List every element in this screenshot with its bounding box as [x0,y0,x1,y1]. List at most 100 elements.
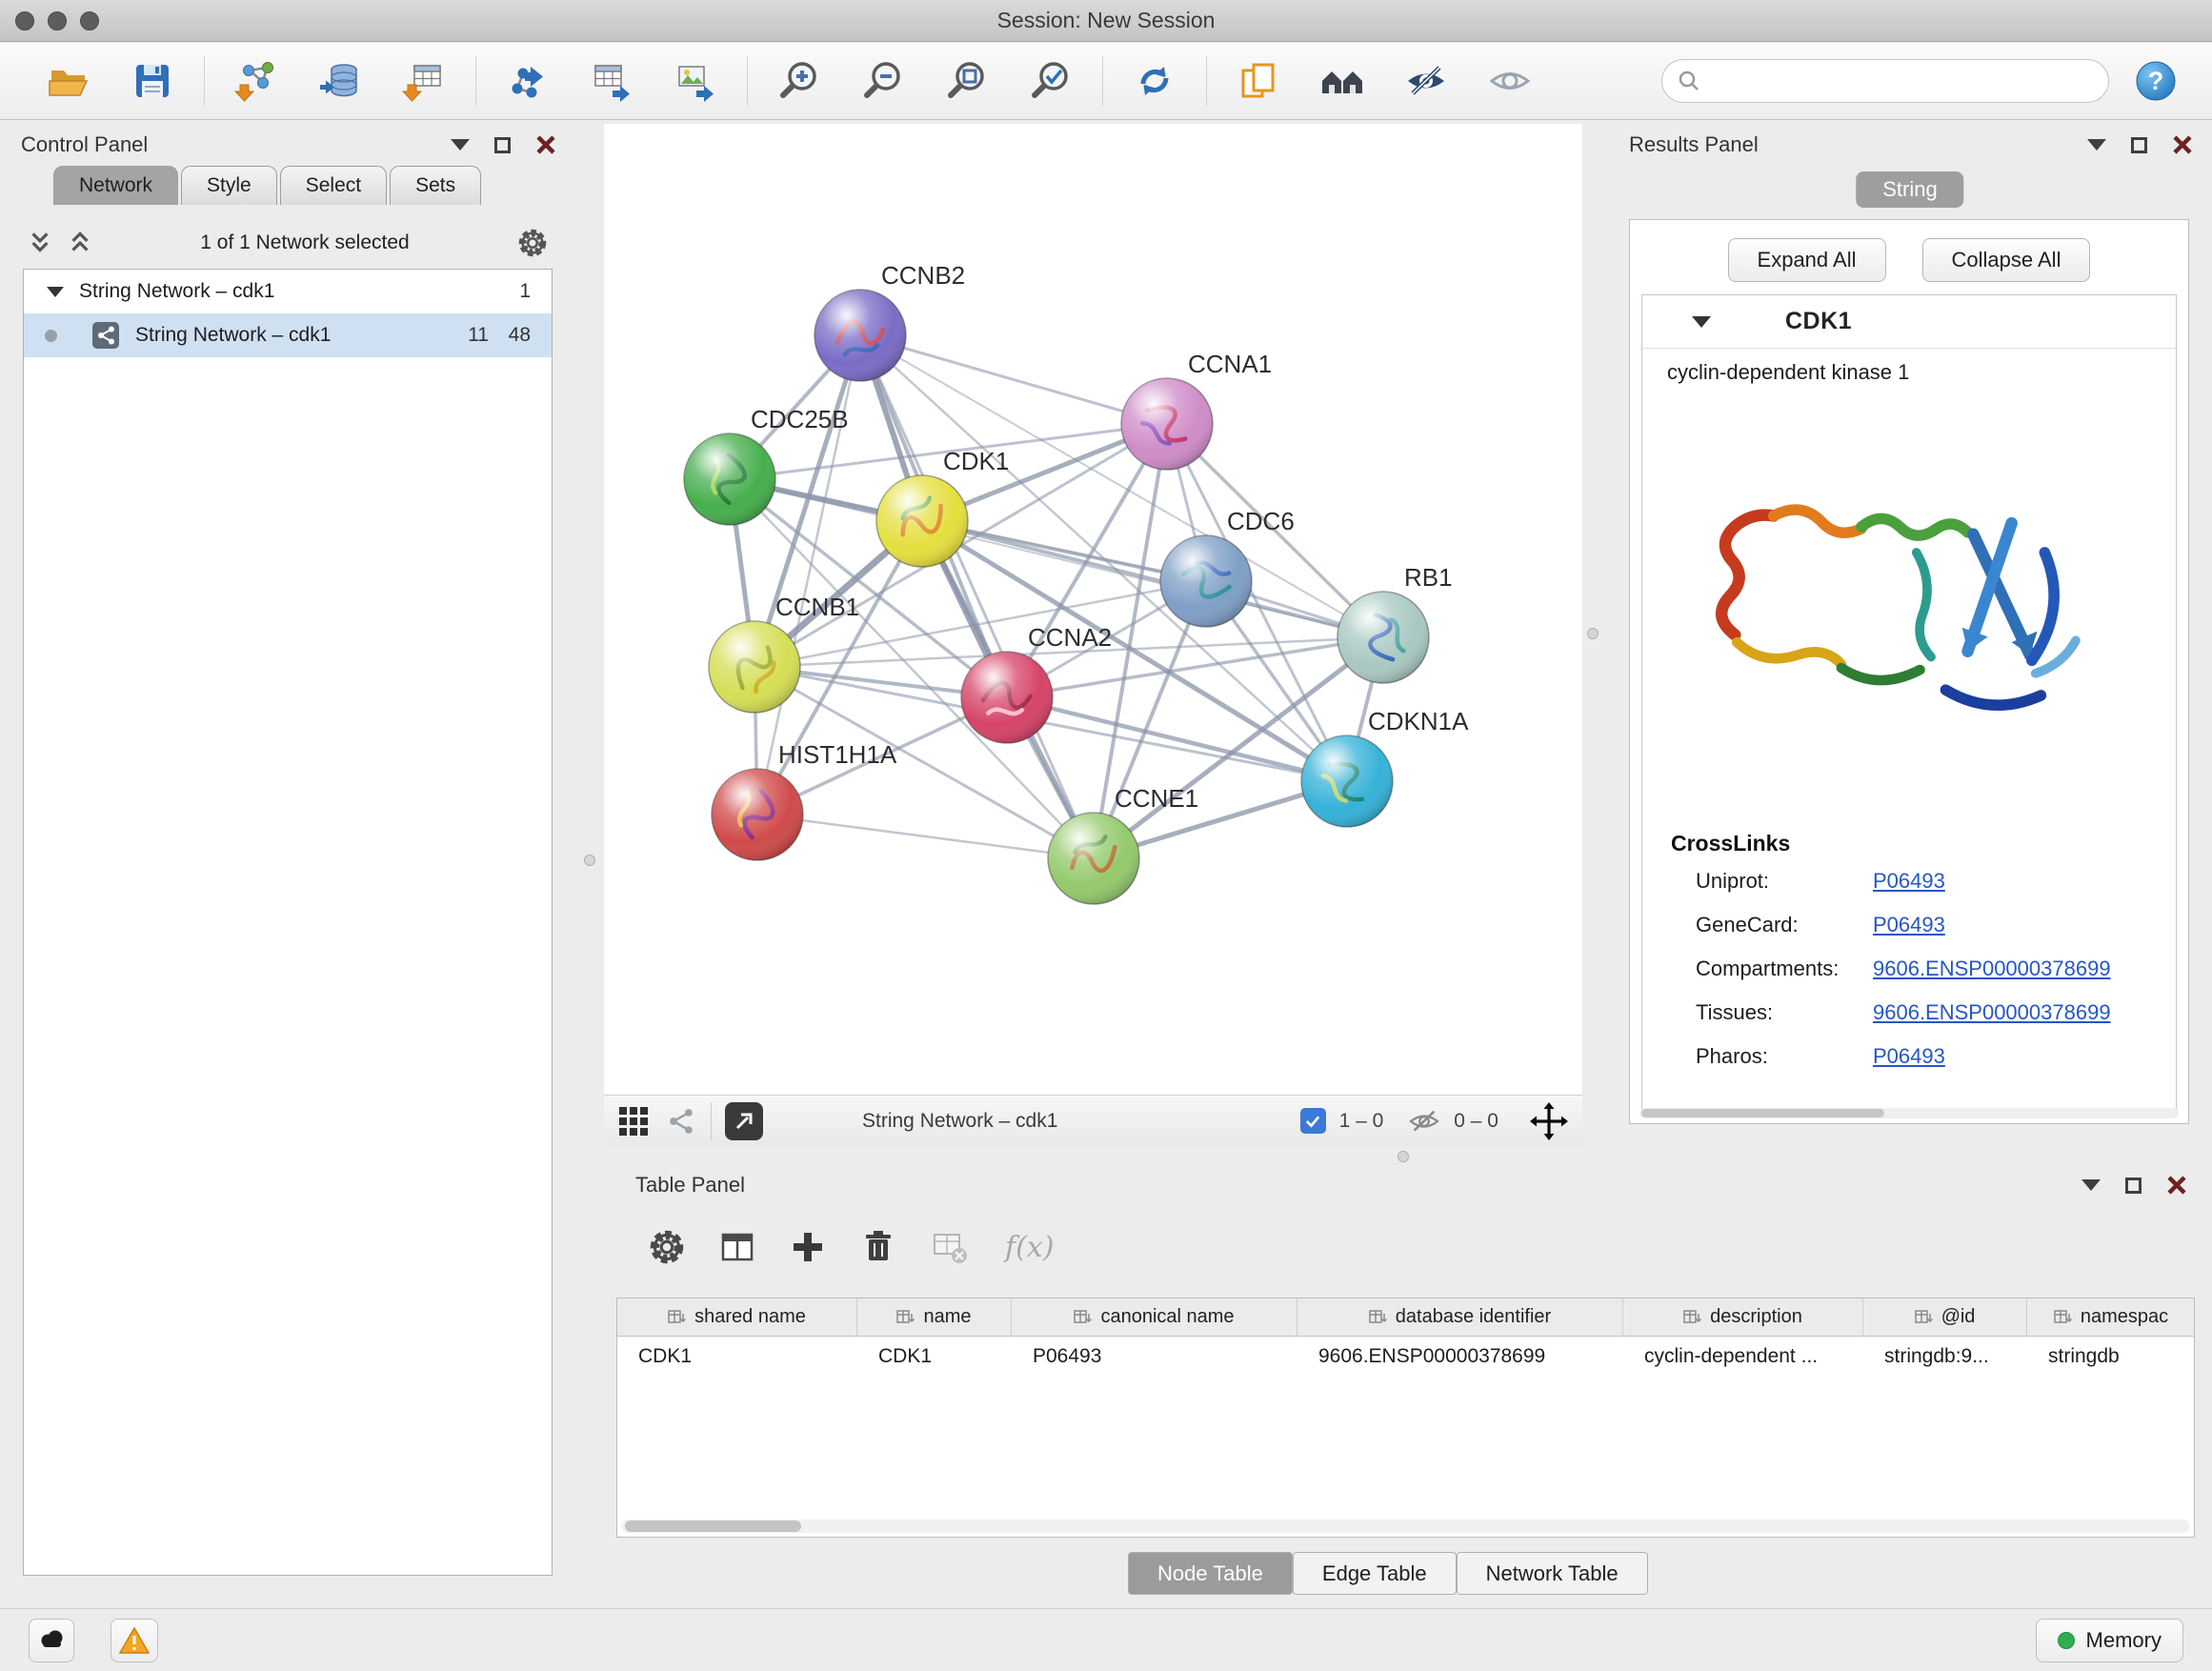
expand-all-networks-icon[interactable] [65,228,95,258]
tree-expand-caret-icon[interactable] [47,287,64,297]
import-network-database-icon[interactable] [318,59,362,103]
network-node-CDKN1A[interactable]: CDKN1A [1301,707,1469,827]
panel-menu-icon[interactable] [451,139,470,151]
scrollbar-thumb[interactable] [625,1520,801,1532]
table-horizontal-scrollbar[interactable] [621,1520,2190,1533]
export-table-icon[interactable] [590,59,633,103]
gear-icon[interactable] [514,225,551,261]
zoom-fit-icon[interactable] [945,59,989,103]
hide-selected-eye-slash-icon[interactable] [1404,59,1448,103]
zoom-selected-icon[interactable] [1029,59,1073,103]
import-network-file-icon[interactable] [234,59,278,103]
left-splitter-handle[interactable] [584,855,595,866]
column-header-description[interactable]: description [1623,1299,1863,1336]
crosslink-link[interactable]: P06493 [1873,869,1945,894]
network-node-CCNB2[interactable]: CCNB2 [814,261,965,381]
export-network-icon[interactable] [506,59,550,103]
network-node-RB1[interactable]: RB1 [1337,563,1453,683]
panel-float-icon[interactable] [2125,1178,2142,1194]
tab-style[interactable]: Style [181,166,277,205]
save-session-icon[interactable] [131,59,174,103]
tab-sets[interactable]: Sets [390,166,481,205]
table-row[interactable]: CDK1CDK1P064939606.ENSP00000378699cyclin… [617,1337,2194,1377]
export-image-icon[interactable] [674,59,717,103]
zoom-in-icon[interactable] [777,59,821,103]
network-collection-row[interactable]: String Network – cdk1 1 [24,270,552,313]
panel-close-icon[interactable] [2166,1175,2187,1196]
network-node-CCNB1[interactable]: CCNB1 [709,593,859,713]
collapse-all-button[interactable]: Collapse All [1922,238,2091,282]
table-settings-gear-icon[interactable] [645,1225,689,1269]
tab-node-table[interactable]: Node Table [1128,1552,1293,1595]
delete-column-trash-icon[interactable] [856,1225,900,1269]
column-header-shared-name[interactable]: shared name [617,1299,857,1336]
grid-view-icon[interactable] [617,1105,650,1137]
search-input[interactable] [1710,70,2093,92]
tab-network[interactable]: Network [53,166,178,205]
table-cell[interactable]: stringdb [2027,1337,2195,1377]
section-collapse-caret-icon[interactable] [1692,316,1711,328]
protein-section-header[interactable]: CDK1 [1642,295,2176,349]
table-cell[interactable]: P06493 [1012,1337,1297,1377]
selected-items-checkbox-icon[interactable] [1300,1108,1326,1134]
tab-select[interactable]: Select [280,166,387,205]
detach-view-button[interactable] [725,1102,763,1140]
panel-menu-icon[interactable] [2087,139,2106,151]
crosslink-link[interactable]: P06493 [1873,913,1945,937]
tab-network-table[interactable]: Network Table [1457,1552,1648,1595]
network-edge[interactable] [860,335,1094,858]
add-column-plus-icon[interactable] [786,1225,830,1269]
zoom-out-icon[interactable] [861,59,905,103]
column-header-database-identifier[interactable]: database identifier [1297,1299,1623,1336]
table-cell[interactable]: 9606.ENSP00000378699 [1297,1337,1623,1377]
network-edge[interactable] [860,335,1167,424]
column-header-name[interactable]: name [857,1299,1012,1336]
tab-edge-table[interactable]: Edge Table [1293,1552,1457,1595]
table-cell[interactable]: CDK1 [617,1337,857,1377]
crosslink-link[interactable]: P06493 [1873,1044,1945,1069]
cloud-status-button[interactable] [29,1619,74,1662]
refresh-layout-icon[interactable] [1133,59,1176,103]
warnings-button[interactable] [111,1619,158,1662]
results-tab-string[interactable]: String [1856,171,1963,208]
homes-icon[interactable] [1320,59,1364,103]
pan-crosshair-icon[interactable] [1529,1101,1569,1141]
show-all-eye-icon[interactable] [1488,59,1532,103]
column-header-namespac[interactable]: namespac [2027,1299,2195,1336]
bottom-splitter-handle[interactable] [1398,1151,1409,1162]
network-row[interactable]: String Network – cdk1 11 48 [24,313,552,357]
collapse-all-networks-icon[interactable] [25,228,55,258]
expand-all-button[interactable]: Expand All [1728,238,1886,282]
panel-close-icon[interactable] [535,134,556,155]
memory-button[interactable]: Memory [2036,1619,2183,1662]
duplicate-documents-icon[interactable] [1237,59,1280,103]
share-view-icon[interactable] [665,1105,697,1137]
open-session-icon[interactable] [47,59,90,103]
right-splitter-handle[interactable] [1587,628,1599,639]
column-header-canonical-name[interactable]: canonical name [1012,1299,1297,1336]
panel-close-icon[interactable] [2172,134,2193,155]
network-node-CCNA1[interactable]: CCNA1 [1121,350,1272,470]
table-cell[interactable]: CDK1 [857,1337,1012,1377]
crosslink-link[interactable]: 9606.ENSP00000378699 [1873,956,2111,981]
results-horizontal-scrollbar[interactable] [1639,1108,2179,1118]
crosslink-link[interactable]: 9606.ENSP00000378699 [1873,1000,2111,1025]
search-box[interactable] [1661,59,2109,103]
help-button[interactable]: ? [2134,59,2178,103]
panel-menu-icon[interactable] [2081,1179,2101,1191]
network-edge[interactable] [757,815,1094,858]
import-table-icon[interactable] [402,59,446,103]
network-node-CDK1[interactable]: CDK1 [876,447,1009,567]
network-canvas[interactable]: CCNB2CCNA1CDC25BCDK1CDC6RB1CCNB1CCNA2CDK… [604,124,1582,1095]
panel-float-icon[interactable] [2131,137,2147,153]
panel-float-icon[interactable] [494,137,511,153]
table-cell[interactable]: stringdb:9... [1863,1337,2027,1377]
scrollbar-thumb[interactable] [1641,1109,1884,1117]
network-node-HIST1H1A[interactable]: HIST1H1A [712,740,897,860]
hidden-items-eye-slash-icon[interactable] [1408,1105,1440,1137]
table-cell[interactable]: cyclin-dependent ... [1623,1337,1863,1377]
network-node-CCNE1[interactable]: CCNE1 [1048,784,1198,904]
column-header--id[interactable]: @id [1863,1299,2027,1336]
show-columns-icon[interactable] [715,1225,759,1269]
network-edge[interactable] [922,521,1383,637]
